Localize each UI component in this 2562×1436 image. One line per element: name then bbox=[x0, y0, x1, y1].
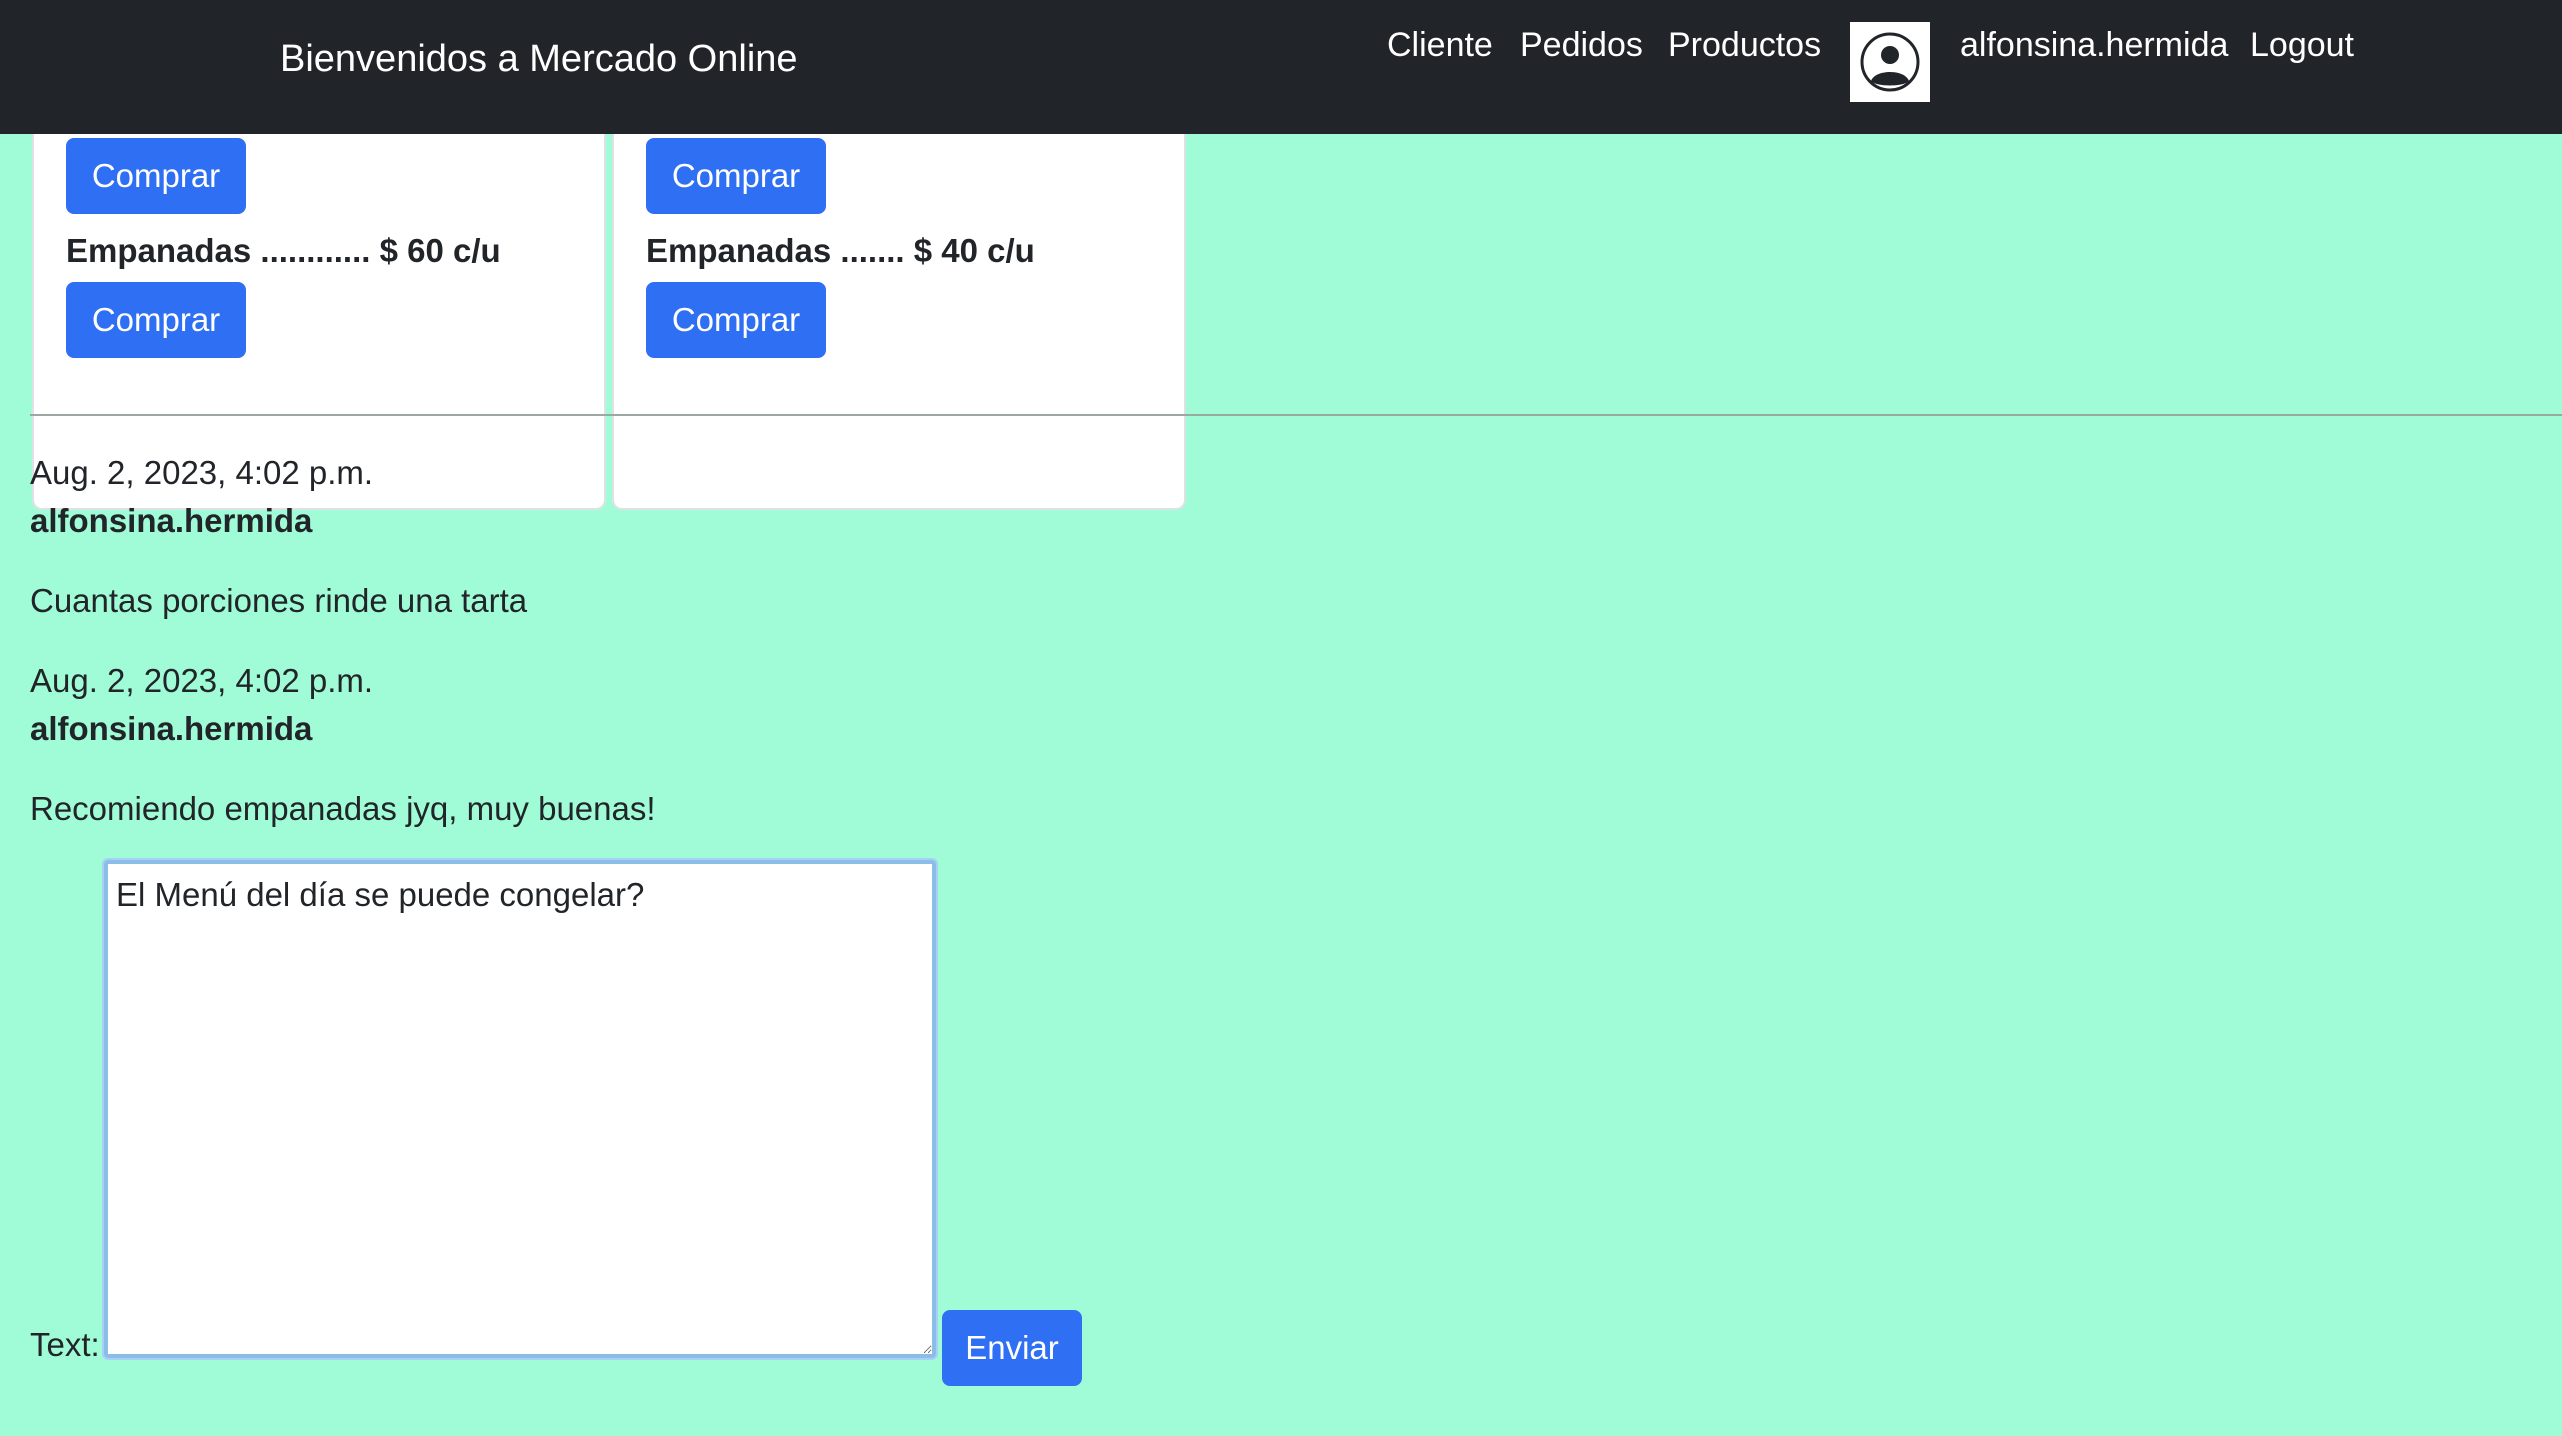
enviar-button[interactable]: Enviar bbox=[942, 1310, 1082, 1386]
section-divider bbox=[30, 414, 2562, 416]
nav-link-productos[interactable]: Productos bbox=[1668, 26, 1821, 65]
comprar-button[interactable]: Comprar bbox=[66, 282, 246, 358]
nav-link-logout[interactable]: Logout bbox=[2250, 26, 2354, 65]
text-field-label: Text: bbox=[30, 1326, 100, 1363]
comprar-button[interactable]: Comprar bbox=[646, 138, 826, 214]
nav-link-pedidos[interactable]: Pedidos bbox=[1520, 26, 1643, 65]
message-textarea[interactable]: El Menú del día se puede congelar? bbox=[102, 858, 938, 1360]
message-text: Cuantas porciones rinde una tarta bbox=[30, 582, 528, 619]
products-section: Comprar Empanadas ............ $ 60 c/u … bbox=[0, 114, 2562, 510]
product-card: Comprar Empanadas ............ $ 60 c/u … bbox=[32, 114, 606, 510]
nav-link-cliente[interactable]: Cliente bbox=[1387, 26, 1493, 65]
product-card: Comprar Empanadas ....... $ 40 c/u Compr… bbox=[612, 114, 1186, 510]
message-author: alfonsina.hermida bbox=[30, 502, 313, 539]
product-item: Empanadas ....... $ 40 c/u bbox=[646, 232, 1035, 269]
message-date: Aug. 2, 2023, 4:02 p.m. bbox=[30, 454, 374, 491]
message-date: Aug. 2, 2023, 4:02 p.m. bbox=[30, 662, 374, 699]
user-circle-icon bbox=[1860, 32, 1920, 92]
comprar-button[interactable]: Comprar bbox=[66, 138, 246, 214]
brand-title[interactable]: Bienvenidos a Mercado Online bbox=[280, 38, 798, 81]
message-text: Recomiendo empanadas jyq, muy buenas! bbox=[30, 790, 656, 827]
comprar-button[interactable]: Comprar bbox=[646, 282, 826, 358]
nav-username[interactable]: alfonsina.hermida bbox=[1960, 26, 2228, 65]
message-author: alfonsina.hermida bbox=[30, 710, 313, 747]
product-item: Empanadas ............ $ 60 c/u bbox=[66, 232, 501, 269]
navbar: Bienvenidos a Mercado Online Cliente Ped… bbox=[0, 0, 2562, 134]
user-avatar[interactable] bbox=[1850, 22, 1930, 102]
